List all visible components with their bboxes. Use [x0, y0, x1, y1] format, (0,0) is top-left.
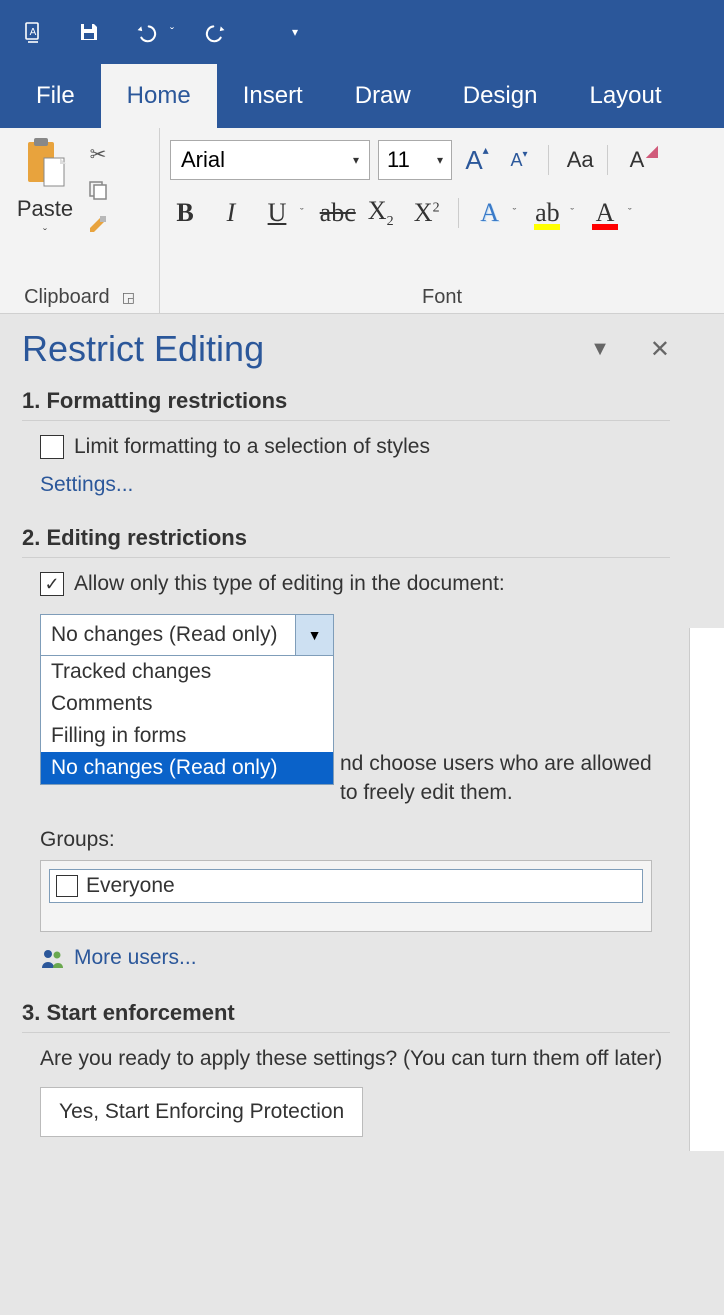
pane-close-icon[interactable]: ✕ — [650, 335, 670, 364]
paste-button[interactable]: Paste ˇ — [10, 136, 80, 240]
enforcement-question: Are you ready to apply these settings? (… — [40, 1047, 670, 1071]
ribbon: Paste ˇ ✂ Clipboard ◲ Arial — [0, 128, 724, 314]
undo-dropdown-caret[interactable]: ˇ — [170, 25, 174, 39]
paste-icon — [22, 136, 68, 192]
allow-only-label: Allow only this type of editing in the d… — [74, 572, 505, 596]
underline-dropdown-caret[interactable]: ˇ — [300, 207, 304, 219]
section-editing-header: 2. Editing restrictions — [22, 525, 670, 558]
tab-home[interactable]: Home — [101, 64, 217, 128]
group-everyone-row: Everyone — [49, 869, 643, 903]
subscript-button[interactable]: X2 — [366, 196, 396, 230]
cut-icon[interactable]: ✂ — [84, 140, 112, 168]
combo-option-tracked-changes[interactable]: Tracked changes — [41, 656, 333, 688]
italic-button[interactable]: I — [216, 198, 246, 228]
restrict-editing-pane: Restrict Editing ▼ ✕ 1. Formatting restr… — [0, 314, 692, 1151]
ribbon-group-clipboard: Paste ˇ ✂ Clipboard ◲ — [0, 128, 160, 313]
grow-font-icon[interactable]: A▴ — [460, 143, 494, 177]
groups-box: Everyone — [40, 860, 652, 932]
more-users-label: More users... — [74, 946, 197, 970]
superscript-button[interactable]: X2 — [412, 198, 442, 228]
font-color-button[interactable]: A — [590, 198, 620, 228]
settings-link[interactable]: Settings... — [40, 473, 133, 497]
save-icon[interactable] — [76, 19, 102, 45]
section-formatting-header: 1. Formatting restrictions — [22, 388, 670, 421]
chevron-down-icon: ▼ — [308, 627, 322, 643]
font-color-caret[interactable]: ˇ — [628, 207, 632, 219]
font-group-label: Font — [422, 286, 462, 309]
combo-option-comments[interactable]: Comments — [41, 688, 333, 720]
chevron-down-icon: ▾ — [353, 153, 359, 167]
pane-options-caret-icon[interactable]: ▼ — [590, 338, 610, 361]
font-size-combo[interactable]: 11 ▾ — [378, 140, 452, 180]
font-name-value: Arial — [181, 147, 225, 173]
clipboard-dialog-launcher-icon[interactable]: ◲ — [122, 289, 135, 306]
highlight-caret[interactable]: ˇ — [570, 207, 574, 219]
people-icon — [40, 948, 66, 968]
underline-button[interactable]: U — [262, 198, 292, 228]
svg-text:A: A — [30, 27, 37, 38]
text-effects-button[interactable]: A — [475, 198, 505, 228]
exceptions-text-partial: nd choose users who are allowed to freel… — [40, 749, 670, 808]
text-effects-caret[interactable]: ˇ — [513, 207, 517, 219]
ribbon-tabs: File Home Insert Draw Design Layout — [0, 64, 724, 128]
redo-icon[interactable] — [204, 19, 230, 45]
group-everyone-label: Everyone — [86, 874, 175, 898]
clear-formatting-icon[interactable]: A◢ — [620, 143, 654, 177]
undo-icon[interactable] — [132, 19, 158, 45]
tab-layout[interactable]: Layout — [563, 64, 687, 128]
customize-qat-caret[interactable]: ▾ — [292, 25, 298, 39]
combo-option-filling-forms[interactable]: Filling in forms — [41, 720, 333, 752]
allow-only-checkbox[interactable] — [40, 572, 64, 596]
editing-type-value[interactable]: No changes (Read only) — [41, 615, 295, 655]
highlight-button[interactable]: ab — [532, 198, 562, 228]
quick-access-toolbar: A ˇ ▾ — [0, 0, 724, 64]
copy-icon[interactable] — [84, 176, 112, 204]
pane-title: Restrict Editing — [22, 328, 264, 370]
ribbon-group-font: Arial ▾ 11 ▾ A▴ A▾ Aa ˇ A◢ B I U — [160, 128, 724, 313]
chevron-down-icon: ▾ — [437, 153, 443, 167]
paste-dropdown-caret[interactable]: ˇ — [43, 226, 47, 240]
limit-formatting-label: Limit formatting to a selection of style… — [74, 435, 430, 459]
document-edge — [690, 628, 724, 1151]
tab-design[interactable]: Design — [437, 64, 564, 128]
group-everyone-checkbox[interactable] — [56, 875, 78, 897]
start-enforcing-button[interactable]: Yes, Start Enforcing Protection — [40, 1087, 363, 1137]
editing-type-dropdown-button[interactable]: ▼ — [295, 615, 333, 655]
tab-draw[interactable]: Draw — [329, 64, 437, 128]
font-name-combo[interactable]: Arial ▾ — [170, 140, 370, 180]
tab-insert[interactable]: Insert — [217, 64, 329, 128]
bold-button[interactable]: B — [170, 198, 200, 228]
tab-file[interactable]: File — [10, 64, 101, 128]
touch-mode-icon[interactable]: A — [20, 19, 46, 45]
more-users-link[interactable]: More users... — [40, 946, 670, 970]
change-case-button[interactable]: Aa ˇ — [561, 143, 595, 177]
font-size-value: 11 — [387, 147, 410, 173]
clipboard-group-label: Clipboard — [24, 286, 110, 309]
limit-formatting-checkbox[interactable] — [40, 435, 64, 459]
paste-label: Paste — [17, 196, 73, 222]
strikethrough-button[interactable]: abc — [320, 198, 350, 228]
groups-label: Groups: — [40, 828, 670, 852]
format-painter-icon[interactable] — [84, 212, 112, 240]
section-enforcement-header: 3. Start enforcement — [22, 1000, 670, 1033]
shrink-font-icon[interactable]: A▾ — [502, 143, 536, 177]
